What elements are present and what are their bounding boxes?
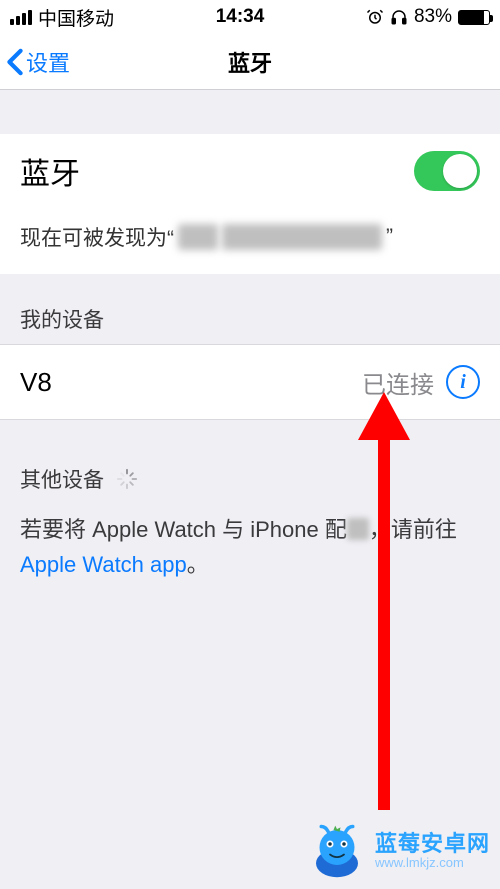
back-button[interactable]: 设置 bbox=[6, 34, 70, 89]
nav-bar: 设置 蓝牙 bbox=[0, 34, 500, 90]
headphones-icon bbox=[390, 8, 408, 26]
redacted-char bbox=[347, 518, 369, 540]
content: 蓝牙 现在可被发现为“ ” 我的设备 V8 已连接 i 其他设备 bbox=[0, 90, 500, 889]
page-title: 蓝牙 bbox=[228, 46, 272, 78]
spacer bbox=[0, 90, 500, 134]
signal-icon bbox=[10, 10, 32, 25]
battery-icon bbox=[458, 10, 490, 25]
other-devices-header: 其他设备 bbox=[0, 420, 500, 508]
chevron-left-icon bbox=[6, 48, 24, 76]
spinner-icon bbox=[116, 468, 138, 490]
battery-percent: 83% bbox=[414, 6, 452, 28]
apple-watch-note: 若要将 Apple Watch 与 iPhone 配 ，请前往 Apple Wat… bbox=[0, 508, 500, 582]
discoverable-suffix: ” bbox=[386, 225, 393, 249]
bluetooth-toggle[interactable] bbox=[414, 151, 480, 191]
other-devices-label: 其他设备 bbox=[20, 464, 104, 494]
discoverable-prefix: 现在可被发现为“ bbox=[20, 222, 174, 252]
device-row[interactable]: V8 已连接 i bbox=[0, 344, 500, 420]
footer-part1: 若要将 Apple Watch 与 iPhone 配 bbox=[20, 517, 347, 542]
bluetooth-label: 蓝牙 bbox=[20, 149, 80, 193]
alarm-icon bbox=[366, 8, 384, 26]
back-label: 设置 bbox=[26, 46, 70, 78]
device-status: 已连接 bbox=[362, 365, 434, 400]
status-time: 14:34 bbox=[216, 6, 265, 28]
status-right: 83% bbox=[366, 6, 490, 28]
info-icon[interactable]: i bbox=[446, 365, 480, 399]
status-bar: 中国移动 14:34 83% bbox=[0, 0, 500, 34]
carrier-label: 中国移动 bbox=[38, 4, 114, 31]
device-name: V8 bbox=[20, 367, 52, 398]
footer-part2: ，请前往 bbox=[369, 517, 457, 542]
bluetooth-toggle-cell[interactable]: 蓝牙 bbox=[0, 134, 500, 208]
footer-part3: 。 bbox=[187, 552, 209, 577]
redacted-name-part1 bbox=[178, 224, 218, 250]
my-devices-label: 我的设备 bbox=[20, 309, 104, 332]
redacted-name-part2 bbox=[222, 224, 382, 250]
battery-fill bbox=[459, 11, 484, 24]
status-left: 中国移动 bbox=[10, 4, 114, 31]
apple-watch-app-link[interactable]: Apple Watch app bbox=[20, 552, 187, 577]
device-row-right: 已连接 i bbox=[362, 365, 480, 400]
discoverable-note: 现在可被发现为“ ” bbox=[0, 208, 500, 274]
my-devices-header: 我的设备 bbox=[0, 274, 500, 344]
